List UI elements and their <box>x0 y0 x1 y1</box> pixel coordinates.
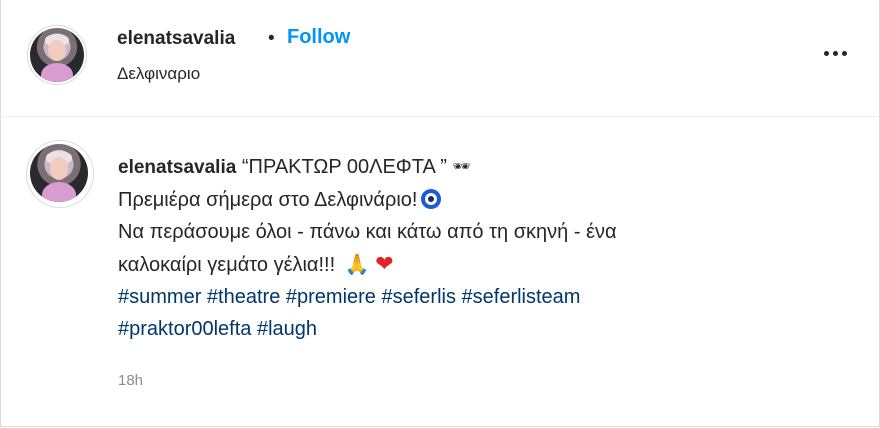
follow-button[interactable]: Follow <box>287 26 350 49</box>
hashtags-line-2: #praktor00lefta #laugh <box>118 313 838 345</box>
caption-avatar[interactable] <box>30 144 88 202</box>
praying-hands-icon: 🙏 <box>344 254 370 276</box>
hashtag-link[interactable]: #praktor00lefta <box>118 318 251 340</box>
caption-text: καλοκαίρι γεμάτο γέλια!!! <box>118 254 336 276</box>
caption-line-3: Να περάσουμε όλοι - πάνω και κάτω από τη… <box>118 221 617 243</box>
hashtag-link[interactable]: #theatre <box>207 286 280 308</box>
caption-line-1: elenatsavalia “ΠΡΑΚΤΩΡ 00ΛΕΦΤΑ ” 🕶 <box>118 150 838 184</box>
caption-text: Πρεμιέρα σήμερα στο Δελφινάριο! <box>118 189 418 211</box>
hashtag-link[interactable]: #premiere <box>286 286 376 308</box>
caption: elenatsavalia “ΠΡΑΚΤΩΡ 00ΛΕΦΤΑ ” 🕶 Πρεμι… <box>118 150 838 345</box>
caption-line-2: Πρεμιέρα σήμερα στο Δελφινάριο! <box>118 184 838 216</box>
caption-line-4: καλοκαίρι γεμάτο γέλια!!! 🙏 ❤ <box>118 248 838 281</box>
post-header: elenatsavalia • Follow Δελφιναριο <box>0 0 878 117</box>
more-options-icon[interactable] <box>818 38 852 68</box>
sunglasses-icon: 🕶 <box>452 158 471 174</box>
timestamp[interactable]: 18h <box>118 372 143 389</box>
heart-icon: ❤ <box>375 251 394 276</box>
hashtag-link[interactable]: #laugh <box>257 318 317 340</box>
hashtag-link[interactable]: #seferlis <box>381 286 455 308</box>
hashtag-link[interactable]: #summer <box>118 286 201 308</box>
hashtags-line-1: #summer #theatre #premiere #seferlis #se… <box>118 281 838 313</box>
caption-title: “ΠΡΑΚΤΩΡ 00ΛΕΦΤΑ ” <box>241 156 447 178</box>
separator-dot: • <box>268 28 275 49</box>
avatar[interactable] <box>30 28 84 82</box>
hashtag-link[interactable]: #seferlisteam <box>462 286 581 308</box>
location-link[interactable]: Δελφιναριο <box>117 64 200 84</box>
caption-username[interactable]: elenatsavalia <box>118 157 236 178</box>
nazar-eye-icon <box>421 189 442 209</box>
header-username[interactable]: elenatsavalia <box>117 28 235 50</box>
